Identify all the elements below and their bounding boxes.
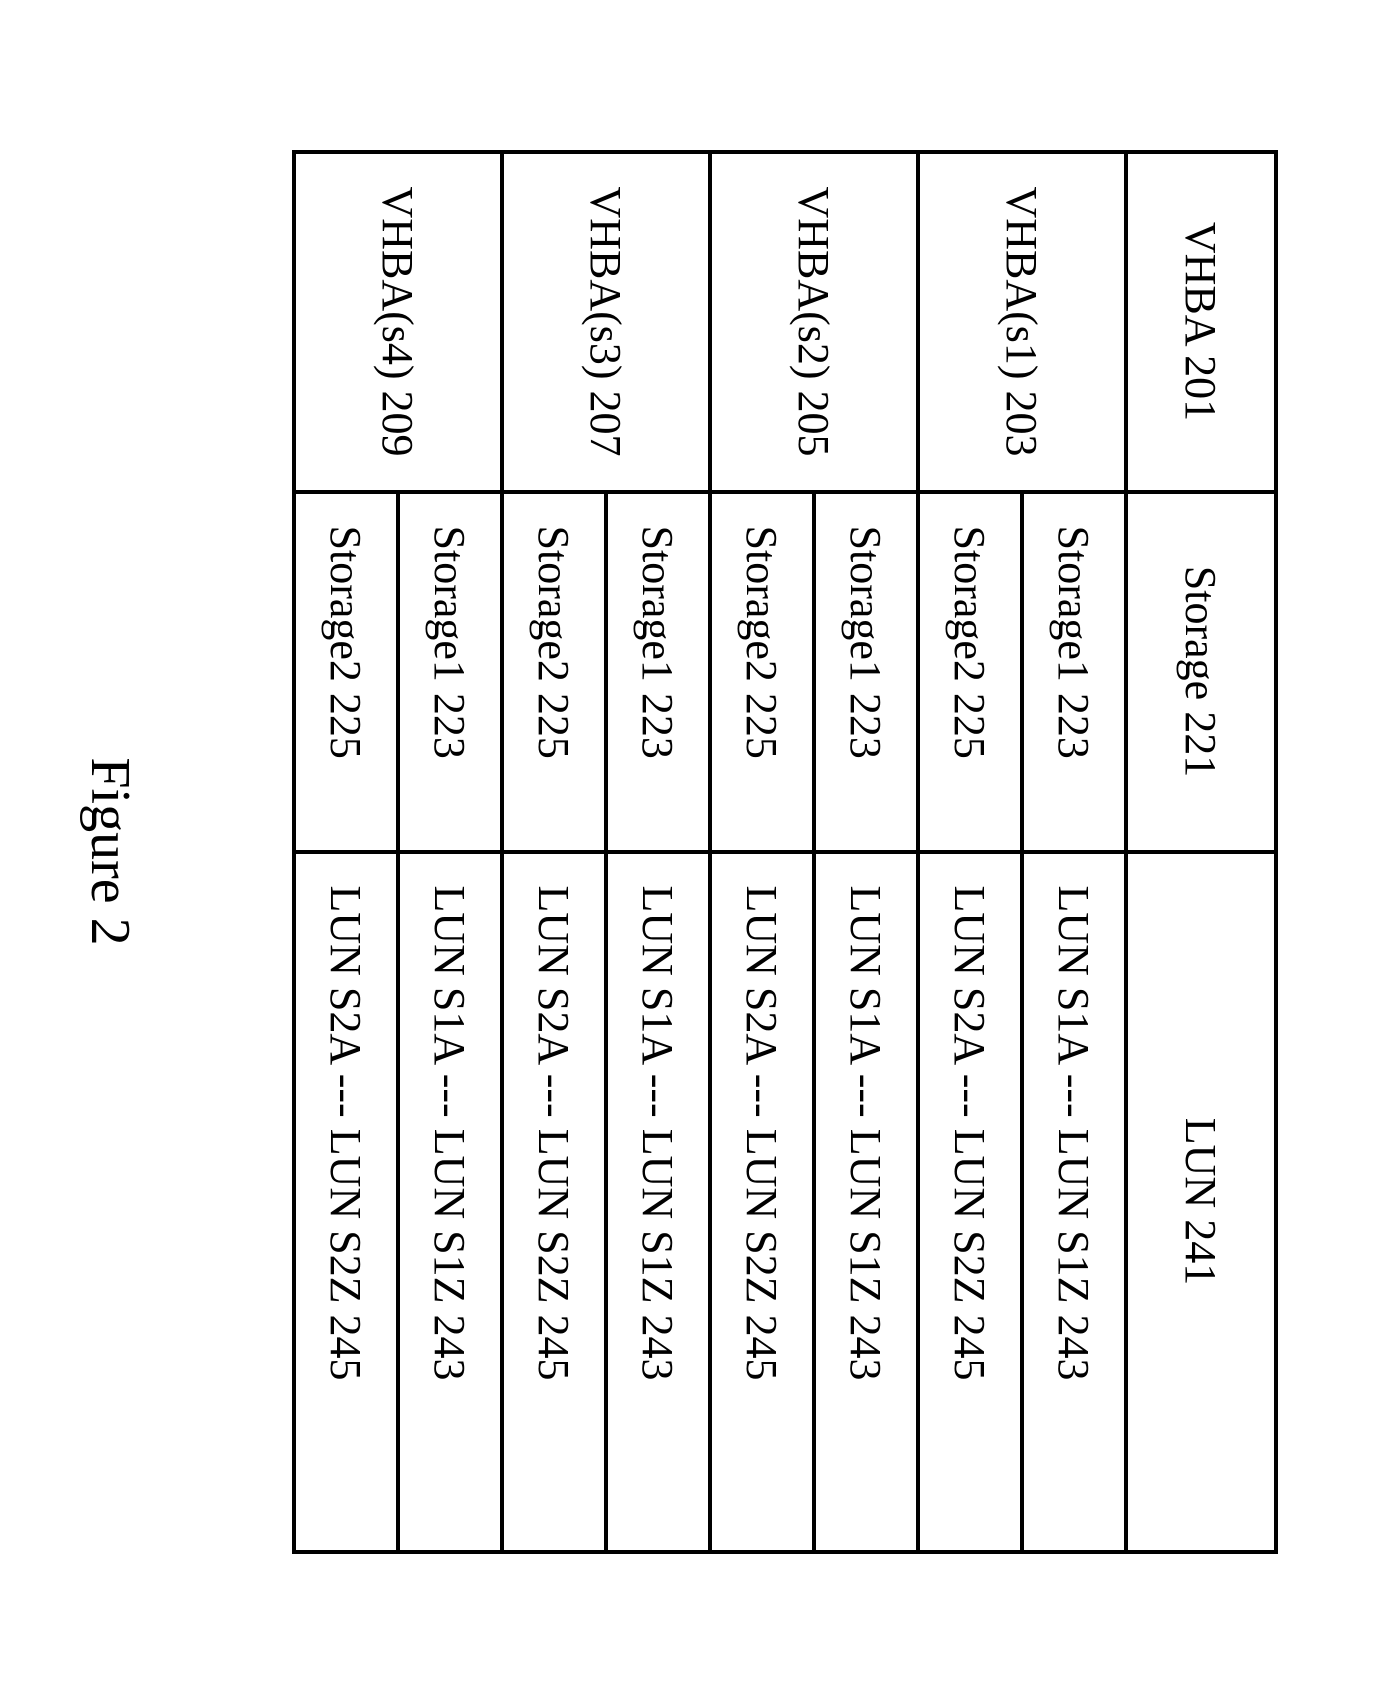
cell-vhba: VHBA(s3) 207: [502, 152, 710, 492]
header-storage: Storage 221: [1126, 492, 1276, 852]
landscape-content: VHBA 201 Storage 221 LUN 241 VHBA(s1) 20…: [0, 0, 1388, 1703]
cell-storage: Storage1 223: [1022, 492, 1126, 852]
cell-vhba: VHBA(s2) 205: [710, 152, 918, 492]
table-row: VHBA(s3) 207 Storage1 223 LUN S1A --- LU…: [606, 152, 710, 1552]
cell-lun: LUN S1A --- LUN S1Z 243: [1022, 852, 1126, 1552]
figure-label: Figure 2: [78, 757, 142, 945]
table-row: VHBA(s2) 205 Storage1 223 LUN S1A --- LU…: [814, 152, 918, 1552]
page: VHBA 201 Storage 221 LUN 241 VHBA(s1) 20…: [0, 0, 1388, 1388]
cell-vhba: VHBA(s1) 203: [918, 152, 1126, 492]
table-row: VHBA(s4) 209 Storage1 223 LUN S1A --- LU…: [398, 152, 502, 1552]
cell-storage: Storage2 225: [918, 492, 1022, 852]
header-lun: LUN 241: [1126, 852, 1276, 1552]
cell-storage: Storage1 223: [398, 492, 502, 852]
table-row: VHBA(s1) 203 Storage1 223 LUN S1A --- LU…: [1022, 152, 1126, 1552]
cell-storage: Storage2 225: [710, 492, 814, 852]
cell-lun: LUN S2A --- LUN S2Z 245: [710, 852, 814, 1552]
cell-lun: LUN S1A --- LUN S1Z 243: [606, 852, 710, 1552]
table-header-row: VHBA 201 Storage 221 LUN 241: [1126, 152, 1276, 1552]
cell-lun: LUN S1A --- LUN S1Z 243: [814, 852, 918, 1552]
cell-lun: LUN S2A --- LUN S2Z 245: [502, 852, 606, 1552]
cell-storage: Storage1 223: [814, 492, 918, 852]
cell-lun: LUN S1A --- LUN S1Z 243: [398, 852, 502, 1552]
cell-vhba: VHBA(s4) 209: [294, 152, 502, 492]
cell-storage: Storage2 225: [294, 492, 398, 852]
cell-lun: LUN S2A --- LUN S2Z 245: [918, 852, 1022, 1552]
cell-storage: Storage2 225: [502, 492, 606, 852]
header-vhba: VHBA 201: [1126, 152, 1276, 492]
cell-lun: LUN S2A --- LUN S2Z 245: [294, 852, 398, 1552]
cell-storage: Storage1 223: [606, 492, 710, 852]
vhba-storage-lun-table: VHBA 201 Storage 221 LUN 241 VHBA(s1) 20…: [292, 150, 1278, 1554]
